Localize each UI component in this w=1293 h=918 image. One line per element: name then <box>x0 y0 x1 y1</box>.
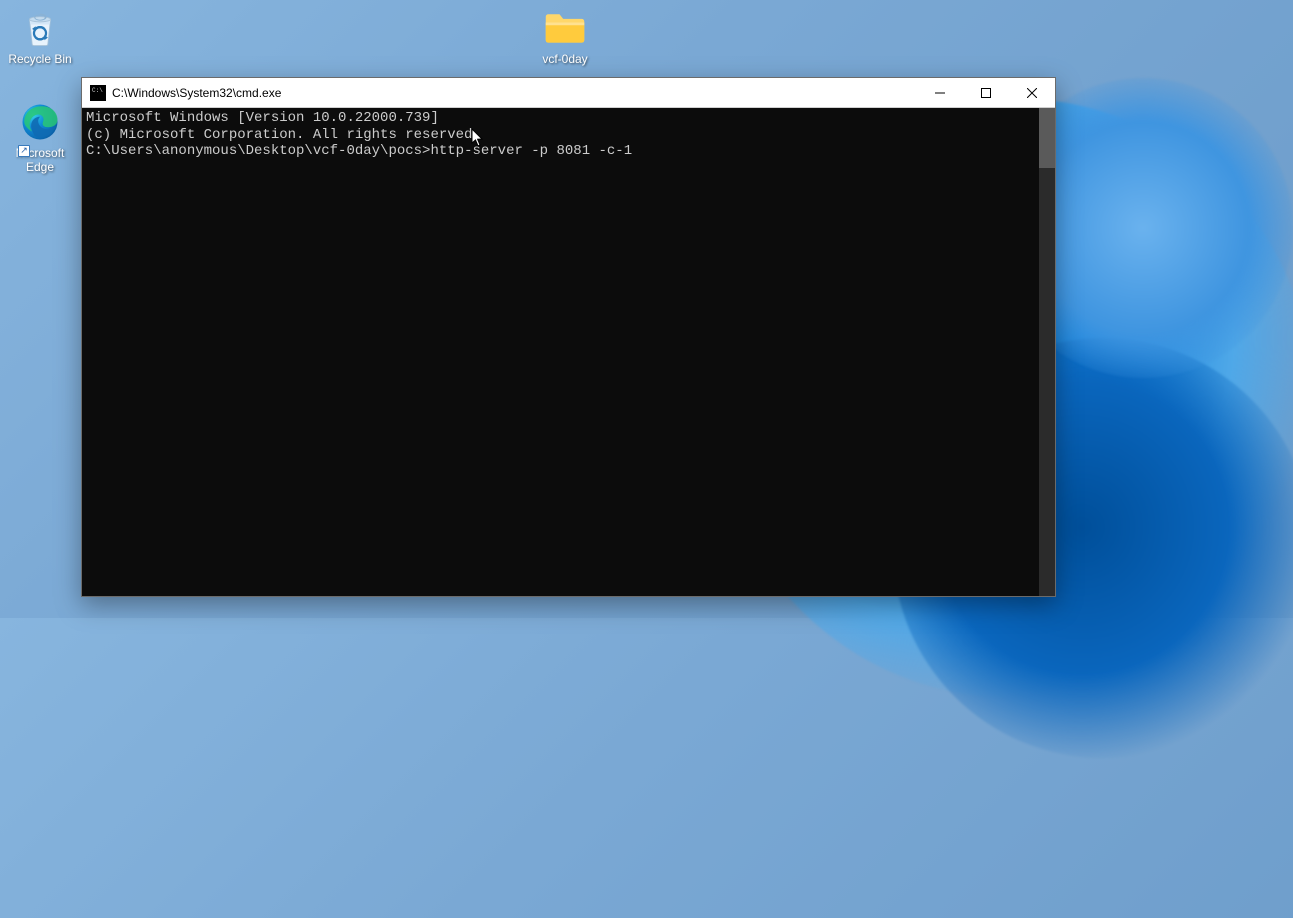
edge-browser-icon <box>18 100 62 144</box>
recycle-bin-icon[interactable]: Recycle Bin <box>2 6 78 67</box>
folder-label: vcf-0day <box>542 53 587 67</box>
folder-vcf-0day[interactable]: vcf-0day <box>527 6 603 67</box>
shortcut-arrow-icon: ↗ <box>18 145 30 157</box>
folder-icon <box>543 6 587 50</box>
recycle-bin-label: Recycle Bin <box>8 53 71 67</box>
command-input[interactable]: http-server -p 8081 -c-1 <box>430 143 632 159</box>
prompt-path: C:\Users\anonymous\Desktop\vcf-0day\pocs… <box>86 143 430 159</box>
scrollbar-thumb[interactable] <box>1039 108 1055 168</box>
window-title: C:\Windows\System32\cmd.exe <box>112 86 917 100</box>
terminal-line: (c) Microsoft Corporation. All rights re… <box>86 127 1051 144</box>
microsoft-edge-icon[interactable]: ↗ Microsoft Edge <box>2 100 78 175</box>
close-button[interactable] <box>1009 78 1055 107</box>
vertical-scrollbar[interactable] <box>1039 108 1055 596</box>
terminal-prompt-line: C:\Users\anonymous\Desktop\vcf-0day\pocs… <box>86 143 1051 160</box>
maximize-button[interactable] <box>963 78 1009 107</box>
cmd-window[interactable]: C:\Windows\System32\cmd.exe Microsoft Wi… <box>81 77 1056 597</box>
titlebar[interactable]: C:\Windows\System32\cmd.exe <box>82 78 1055 108</box>
trash-icon <box>18 6 62 50</box>
minimize-button[interactable] <box>917 78 963 107</box>
cmd-app-icon <box>90 85 106 101</box>
terminal-line: Microsoft Windows [Version 10.0.22000.73… <box>86 110 1051 127</box>
terminal-area[interactable]: Microsoft Windows [Version 10.0.22000.73… <box>82 108 1055 596</box>
